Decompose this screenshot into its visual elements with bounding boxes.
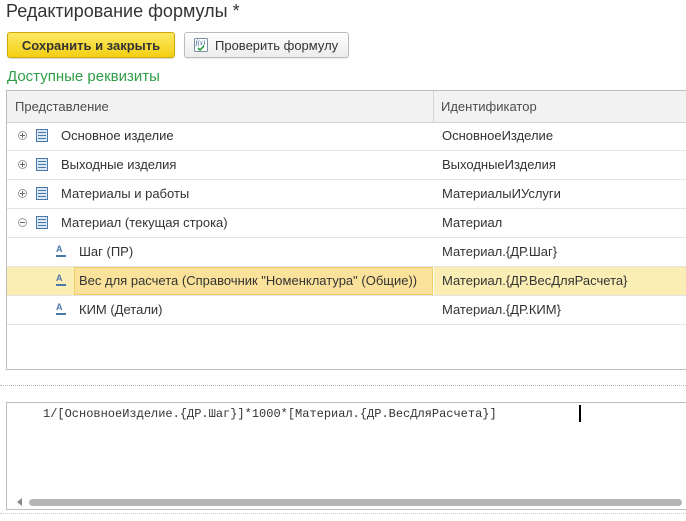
row-identifier: ОсновноеИзделие xyxy=(442,128,554,143)
editor-gutter xyxy=(7,403,29,509)
table-row[interactable]: Материалы и работы МатериалыИУслуги xyxy=(7,180,686,209)
row-identifier: МатериалыИУслуги xyxy=(442,186,561,201)
table-header: Представление Идентификатор xyxy=(7,91,686,123)
table-row[interactable]: Выходные изделия ВыходныеИзделия xyxy=(7,151,686,180)
scrollbar-thumb[interactable] xyxy=(29,499,682,506)
formula-editor[interactable]: 1/[ОсновноеИзделие.{ДР.Шаг}]*1000*[Матер… xyxy=(6,402,686,510)
table-row[interactable]: A КИМ (Детали) Материал.{ДР.КИМ} xyxy=(7,296,686,325)
table-icon xyxy=(36,129,48,142)
table-icon xyxy=(36,158,48,171)
row-name: Материал (текущая строка) xyxy=(61,215,228,230)
table-icon xyxy=(36,187,48,200)
available-attributes-title: Доступные реквизиты xyxy=(7,68,160,85)
formula-text[interactable]: 1/[ОсновноеИзделие.{ДР.Шаг}]*1000*[Матер… xyxy=(43,406,497,422)
form-title: Редактирование формулы * xyxy=(6,1,240,21)
row-name: Основное изделие xyxy=(61,128,174,143)
fx-icon: f(x) xyxy=(193,37,209,53)
column-header-presentation[interactable]: Представление xyxy=(15,91,109,122)
row-identifier: ВыходныеИзделия xyxy=(442,157,556,172)
splitter[interactable] xyxy=(0,385,686,386)
row-name: Шаг (ПР) xyxy=(79,244,134,259)
row-identifier: Материал.{ДР.Шаг} xyxy=(442,244,558,259)
check-formula-label: Проверить формулу xyxy=(215,37,339,53)
row-name: Вес для расчета (Справочник "Номенклатур… xyxy=(79,273,418,288)
text-caret xyxy=(579,405,581,422)
attribute-icon: A xyxy=(56,273,66,287)
bottom-border xyxy=(0,513,686,514)
table-row[interactable]: Основное изделие ОсновноеИзделие xyxy=(7,122,686,151)
row-identifier: Материал xyxy=(442,215,503,230)
attributes-table: Представление Идентификатор Основное изд… xyxy=(6,90,686,370)
table-row[interactable]: A Шаг (ПР) Материал.{ДР.Шаг} xyxy=(7,238,686,267)
attribute-icon: A xyxy=(56,244,66,258)
row-name: КИМ (Детали) xyxy=(79,302,163,317)
table-icon xyxy=(36,216,48,229)
collapse-icon[interactable] xyxy=(18,218,27,227)
scroll-left-icon[interactable] xyxy=(17,498,22,506)
column-header-identifier[interactable]: Идентификатор xyxy=(441,91,537,122)
svg-text:f(x): f(x) xyxy=(196,39,206,47)
row-identifier: Материал.{ДР.КИМ} xyxy=(442,302,561,317)
table-row[interactable]: Материал (текущая строка) Материал xyxy=(7,209,686,238)
expand-icon[interactable] xyxy=(18,160,27,169)
expand-icon[interactable] xyxy=(18,131,27,140)
column-separator[interactable] xyxy=(433,91,434,122)
table-row-selected[interactable]: A Вес для расчета (Справочник "Номенклат… xyxy=(7,267,686,296)
row-name: Выходные изделия xyxy=(61,157,177,172)
row-identifier: Материал.{ДР.ВесДляРасчета} xyxy=(442,273,628,288)
horizontal-scrollbar[interactable] xyxy=(7,495,686,509)
attribute-icon: A xyxy=(56,302,66,316)
check-formula-button[interactable]: f(x) Проверить формулу xyxy=(184,32,349,58)
expand-icon[interactable] xyxy=(18,189,27,198)
save-and-close-button[interactable]: Сохранить и закрыть xyxy=(7,32,175,58)
row-name: Материалы и работы xyxy=(61,186,190,201)
